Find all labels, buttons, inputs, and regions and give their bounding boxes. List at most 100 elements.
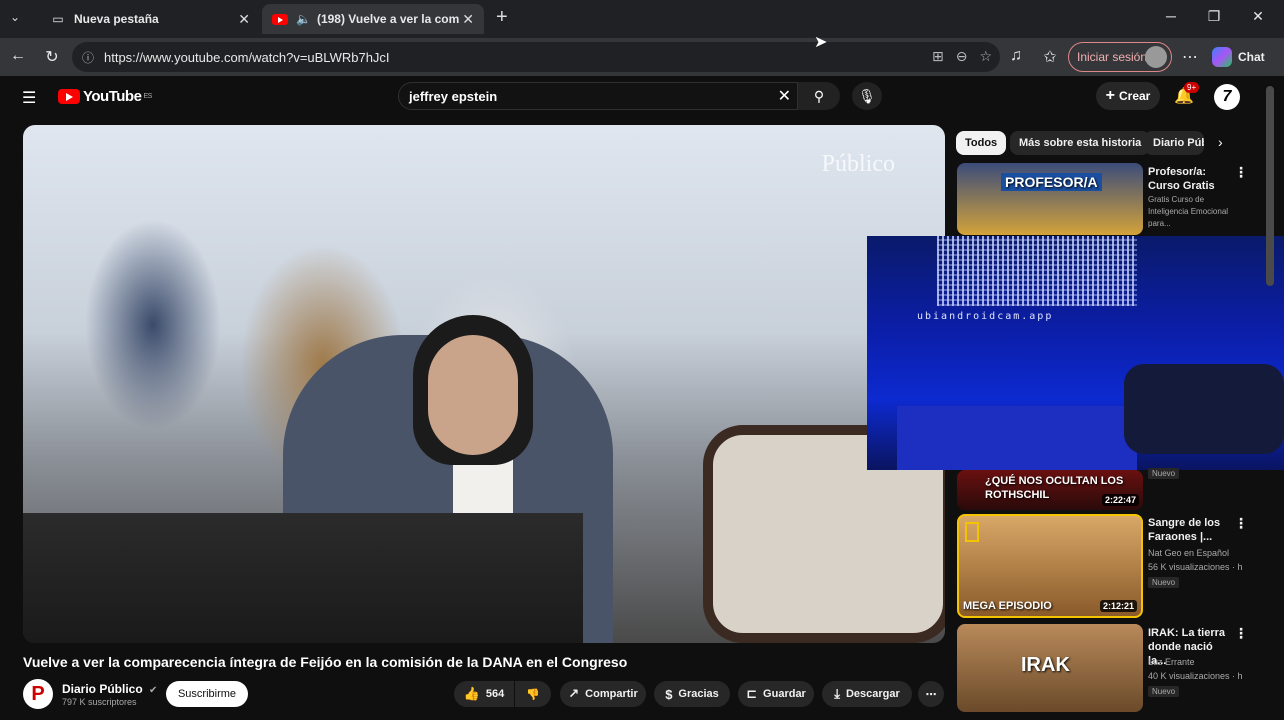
share-button[interactable]: ↗ Compartir	[560, 681, 646, 707]
overlay-led-panel	[937, 236, 1137, 306]
youtube-header: ☰ YouTube ES jeffrey epstein ✕ ⚲ 🎙 + Cre…	[0, 76, 1284, 116]
new-badge: Nuevo	[1148, 686, 1180, 697]
video-thumbnail[interactable]: ¿QUÉ NOS OCULTAN LOS ROTHSCHIL 2:22:47	[957, 470, 1143, 510]
tab-title: Nueva pestaña	[74, 12, 159, 26]
youtube-play-icon	[58, 89, 80, 104]
copilot-chat-button[interactable]: Chat	[1212, 44, 1265, 70]
more-options-icon[interactable]: ⋯	[1180, 47, 1200, 67]
voice-search-button[interactable]: 🎙	[852, 82, 882, 110]
overlay-floor	[897, 406, 1137, 470]
channel-name[interactable]: Diario Público ✔	[62, 682, 157, 696]
create-button[interactable]: + Crear	[1096, 82, 1160, 110]
channel-name-text: Diario Público	[62, 682, 143, 696]
maximize-icon[interactable]: ❐	[1204, 8, 1224, 25]
thanks-button[interactable]: $ Gracias	[654, 681, 730, 707]
thumbnail-text: MEGA EPISODIO	[963, 600, 1052, 612]
subscribe-button[interactable]: Suscribirme	[166, 681, 248, 707]
copilot-icon	[1212, 47, 1232, 67]
video-title[interactable]: Profesor/a: Curso Gratis	[1148, 165, 1234, 193]
favorite-star-icon[interactable]: ☆	[979, 48, 992, 65]
close-window-icon[interactable]: ✕	[1248, 8, 1268, 25]
address-bar[interactable]: ⓘ https://www.youtube.com/watch?v=uBLWRb…	[72, 42, 1000, 72]
menu-icon[interactable]: ☰	[22, 88, 36, 108]
close-tab-icon[interactable]: ✕	[238, 11, 250, 28]
search-button[interactable]: ⚲	[798, 82, 840, 110]
kebab-menu-icon[interactable]: ⋮	[1234, 515, 1248, 532]
thanks-label: Gracias	[678, 688, 719, 700]
download-label: Descargar	[845, 688, 900, 700]
close-tab-icon[interactable]: ✕	[462, 11, 474, 28]
share-label: Compartir	[585, 688, 638, 700]
mouse-cursor-icon: ➤	[814, 34, 828, 51]
new-badge: Nuevo	[1148, 468, 1180, 479]
video-duration: 2:12:21	[1099, 600, 1137, 612]
tab-youtube[interactable]: 🔈 (198) Vuelve a ver la compare ✕	[262, 4, 484, 34]
thanks-icon: $	[665, 686, 673, 702]
camera-overlay-window[interactable]: ubiandroidcam.app	[867, 236, 1284, 470]
video-title: Vuelve a ver la comparecencia íntegra de…	[23, 654, 628, 670]
share-icon: ↗	[568, 686, 580, 701]
chevron-right-icon[interactable]: ›	[1218, 134, 1223, 150]
video-player[interactable]: Público	[23, 125, 945, 643]
overlay-cushion	[1124, 364, 1284, 454]
video-meta: 40 K visualizaciones · h	[1148, 671, 1243, 681]
chip-diario-publico[interactable]: Diario Públ	[1144, 131, 1204, 155]
video-description: Gratis Curso de Inteligencia Emocional p…	[1148, 195, 1229, 228]
chat-label: Chat	[1238, 50, 1265, 64]
thumbs-up-icon: 👍	[463, 686, 480, 701]
minimize-icon[interactable]: ─	[1161, 8, 1181, 24]
reload-icon[interactable]: ↻	[42, 47, 62, 67]
video-duration: 2:22:47	[1101, 494, 1139, 506]
thumbs-down-icon: 👎	[526, 688, 540, 701]
plus-icon: +	[1105, 87, 1115, 104]
region-code: ES	[143, 93, 152, 100]
create-label: Crear	[1118, 89, 1151, 103]
like-count: 564	[485, 688, 505, 700]
more-actions-button[interactable]: ⋯	[918, 681, 944, 707]
favorites-icon[interactable]: ✩	[1040, 47, 1060, 67]
video-thumbnail[interactable]: PROFESOR/A	[957, 163, 1143, 235]
site-info-icon[interactable]: ⓘ	[82, 49, 96, 66]
video-thumbnail[interactable]: MEGA EPISODIO 2:12:21	[957, 514, 1143, 618]
search-icon: ⚲	[813, 87, 825, 104]
chip-all[interactable]: Todos	[956, 131, 1007, 155]
channel-name[interactable]: Luz Errante	[1148, 657, 1195, 667]
user-avatar[interactable]: 7	[1214, 84, 1240, 110]
browser-toolbar: ← ↻ ⓘ https://www.youtube.com/watch?v=uB…	[0, 38, 1284, 76]
dislike-button[interactable]: 👎	[515, 681, 551, 707]
zoom-icon[interactable]: ⊖	[956, 48, 968, 65]
video-title[interactable]: Sangre de los Faraones |...	[1148, 516, 1234, 544]
video-thumbnail[interactable]: IRAK	[957, 624, 1143, 712]
browser-tab-bar: ⌄ ▭ Nueva pestaña ✕ 🔈 (198) Vuelve a ver…	[0, 0, 1284, 38]
subscriber-count: 797 K suscriptores	[62, 697, 137, 707]
back-arrow-icon[interactable]: ←	[8, 47, 28, 65]
tab-list-chevron-icon[interactable]: ⌄	[10, 10, 20, 24]
url-text: https://www.youtube.com/watch?v=uBLWRb7h…	[104, 49, 390, 65]
speaker-icon[interactable]: 🔈	[296, 12, 311, 26]
media-control-icon[interactable]: ♫	[1006, 47, 1026, 65]
tab-title: (198) Vuelve a ver la compare	[316, 12, 459, 26]
kebab-menu-icon[interactable]: ⋮	[1234, 625, 1248, 642]
youtube-logo[interactable]: YouTube ES	[58, 88, 152, 105]
tab-new-tab[interactable]: ▭ Nueva pestaña ✕	[40, 4, 260, 34]
scrollbar-thumb[interactable]	[1266, 86, 1274, 286]
clear-search-icon[interactable]: ✕	[778, 86, 791, 106]
new-tab-button[interactable]: +	[496, 6, 508, 29]
channel-name[interactable]: Nat Geo en Español	[1148, 548, 1229, 558]
thumbnail-text: PROFESOR/A	[1001, 173, 1102, 191]
save-button[interactable]: ⊏ Guardar	[738, 681, 814, 707]
app-available-icon[interactable]: ⊞	[932, 48, 944, 65]
signin-label: Iniciar sesión	[1077, 50, 1148, 64]
search-input[interactable]: jeffrey epstein ✕	[398, 82, 798, 110]
microphone-icon: 🎙	[858, 87, 876, 104]
page-icon: ▭	[52, 12, 64, 26]
thumbnail-text: IRAK	[1021, 654, 1070, 676]
channel-avatar[interactable]: P	[23, 679, 53, 709]
like-button[interactable]: 👍 564	[454, 681, 514, 707]
signin-button[interactable]: Iniciar sesión	[1068, 42, 1172, 72]
chip-more-story[interactable]: Más sobre esta historia	[1010, 131, 1151, 155]
youtube-wordmark: YouTube	[83, 88, 142, 105]
download-button[interactable]: ⤓ Descargar	[822, 681, 912, 707]
kebab-menu-icon[interactable]: ⋮	[1234, 164, 1248, 181]
search-value: jeffrey epstein	[409, 88, 498, 104]
